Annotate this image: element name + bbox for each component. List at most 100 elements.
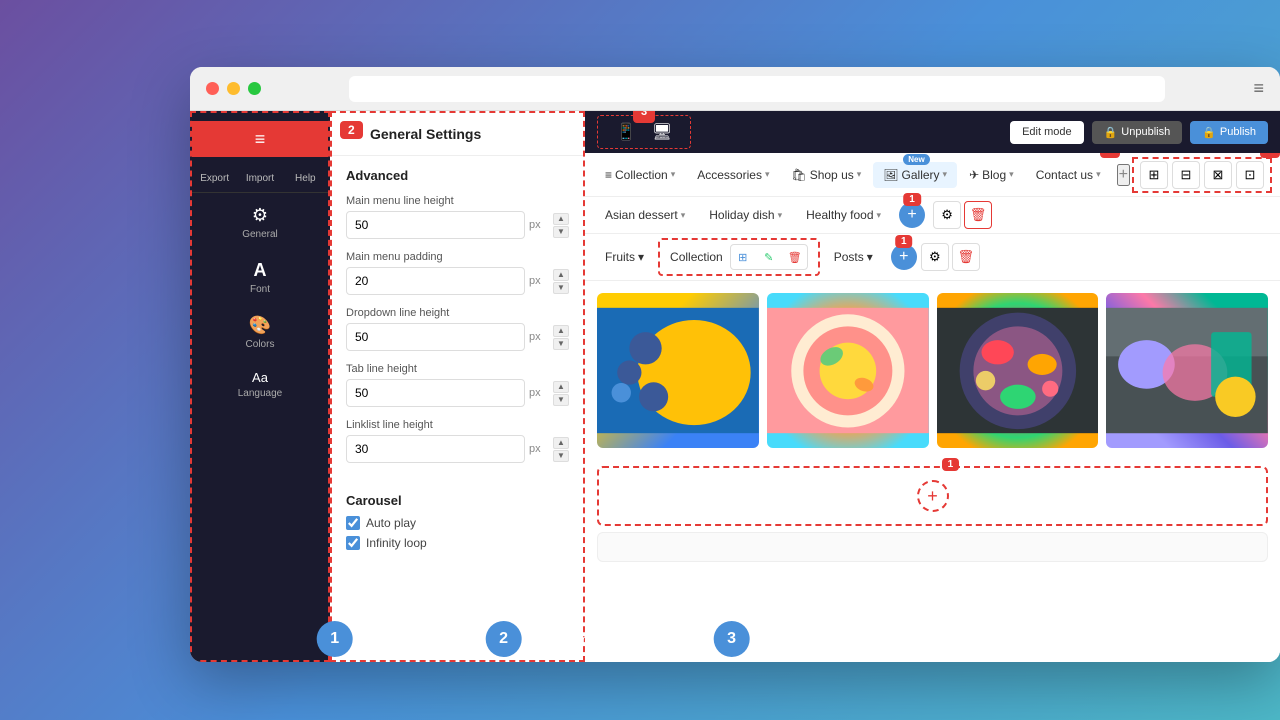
stepper-down[interactable]: ▼ <box>553 226 569 238</box>
sub-nav-settings-btn[interactable]: ⚙ <box>933 201 961 229</box>
sub-nav: Asian dessert ▾ Holiday dish ▾ Healthy f… <box>585 197 1280 234</box>
placeholder-section-1: 1 + <box>597 466 1268 526</box>
sub-nav-add-wrapper: 1 + <box>899 202 925 228</box>
linklist-line-height-input[interactable] <box>346 435 525 463</box>
help-button[interactable]: Help <box>283 169 328 188</box>
add-nav-item-button[interactable]: + <box>1117 164 1130 186</box>
nav-layout-btn-4[interactable]: ⊡ <box>1236 161 1264 189</box>
nav-layout-btn-2[interactable]: ⊟ <box>1172 161 1200 189</box>
stepper-up[interactable]: ▲ <box>553 437 569 449</box>
dropdown-line-height-field: Dropdown line height px ▲ ▼ <box>332 301 583 357</box>
stepper-up[interactable]: ▲ <box>553 213 569 225</box>
sub-nav-healthy-food[interactable]: Healthy food ▾ <box>796 203 891 227</box>
gallery-item-3[interactable] <box>1106 293 1268 448</box>
sidebar-item-font[interactable]: A Font <box>192 252 328 303</box>
maximize-button[interactable] <box>248 82 261 95</box>
ssn-settings-btn[interactable]: ⚙ <box>921 243 949 271</box>
nav-layout-btn-1[interactable]: ⊞ <box>1140 161 1168 189</box>
dropdown-line-height-input[interactable] <box>346 323 525 351</box>
main-menu-padding-input[interactable] <box>346 267 525 295</box>
desktop-preview-button[interactable]: 🖥 <box>646 120 678 144</box>
bottom-legend: 1 Live edit 2 Customize Panel 3 Mobile a… <box>317 621 964 657</box>
gallery-item-2[interactable] <box>937 293 1099 448</box>
step-1-badge-subnav: 1 <box>903 193 921 206</box>
infinity-loop-checkbox[interactable] <box>346 536 360 550</box>
chevron-icon: ▾ <box>943 169 948 180</box>
auto-play-row: Auto play <box>346 516 569 530</box>
main-menu-line-height-stepper[interactable]: ▲ ▼ <box>553 213 569 238</box>
tab-line-height-input[interactable] <box>346 379 525 407</box>
sub-nav-holiday-dish[interactable]: Holiday dish ▾ <box>699 203 792 227</box>
sub-nav-asian-dessert[interactable]: Asian dessert ▾ <box>595 203 695 227</box>
chevron-icon: ▾ <box>638 250 644 264</box>
sub-sub-nav: Fruits ▾ Collection ⊞ ✎ 🗑 P <box>585 234 1280 281</box>
step-1-badge-ph: 1 <box>942 458 960 471</box>
auto-play-checkbox[interactable] <box>346 516 360 530</box>
ssn-item-fruits[interactable]: Fruits ▾ <box>595 246 654 268</box>
stepper-down[interactable]: ▼ <box>553 450 569 462</box>
sidebar-item-general[interactable]: ⚙ General <box>192 197 328 248</box>
nav-item-contactus[interactable]: Contact us ▾ <box>1026 162 1111 188</box>
tab-line-height-stepper[interactable]: ▲ ▼ <box>553 381 569 406</box>
close-button[interactable] <box>206 82 219 95</box>
gallery-item-1[interactable] <box>767 293 929 448</box>
settings-panel: 2 ← General Settings Advanced Main menu … <box>330 111 585 662</box>
step-3-badge: 3 <box>633 111 655 123</box>
stepper-up[interactable]: ▲ <box>553 325 569 337</box>
legend-item-1: 1 Live edit <box>317 621 426 657</box>
colors-icon: 🎨 <box>249 315 271 336</box>
nav-item-blog[interactable]: ✈ Blog ▾ <box>959 162 1024 188</box>
stepper-down[interactable]: ▼ <box>553 394 569 406</box>
font-icon: A <box>254 260 267 281</box>
ssn-item-collection[interactable]: Collection ⊞ ✎ 🗑 <box>658 238 820 276</box>
hamburger-icon: ≡ <box>255 129 266 150</box>
linklist-line-height-stepper[interactable]: ▲ ▼ <box>553 437 569 462</box>
ssn-delete-btn[interactable]: 🗑 <box>952 243 980 271</box>
sub-nav-controls: ⚙ 🗑 <box>933 201 992 229</box>
address-bar[interactable] <box>349 76 1165 102</box>
nav-item-gallery[interactable]: 🖼 Gallery ▾ New <box>873 162 957 188</box>
main-menu-padding-field: Main menu padding px ▲ ▼ <box>332 245 583 301</box>
stepper-up[interactable]: ▲ <box>553 269 569 281</box>
ssn-edit-btn-2[interactable]: ✎ <box>757 245 781 269</box>
sidebar-item-colors[interactable]: 🎨 Colors <box>192 307 328 358</box>
unpublish-button[interactable]: 🔒 Unpublish <box>1092 121 1183 144</box>
nav-item-accessories[interactable]: Accessories ▾ <box>687 162 779 188</box>
stepper-down[interactable]: ▼ <box>553 282 569 294</box>
auto-play-label: Auto play <box>366 516 416 530</box>
nav-layout-btn-3[interactable]: ⊠ <box>1204 161 1232 189</box>
advanced-section-title: Advanced <box>332 156 583 189</box>
gallery-item-0[interactable] <box>597 293 759 448</box>
nav-item-collection[interactable]: ≡ Collection ▾ <box>595 162 685 188</box>
ssn-controls: ⚙ 🗑 <box>921 243 980 271</box>
stepper-down[interactable]: ▼ <box>553 338 569 350</box>
browser-chrome: ≡ <box>190 67 1280 111</box>
minimize-button[interactable] <box>227 82 240 95</box>
import-button[interactable]: Import <box>237 169 282 188</box>
main-menu-line-height-input[interactable] <box>346 211 525 239</box>
blog-icon: ✈ <box>969 168 979 182</box>
main-menu-padding-stepper[interactable]: ▲ ▼ <box>553 269 569 294</box>
stepper-up[interactable]: ▲ <box>553 381 569 393</box>
language-icon: Aa <box>252 370 268 385</box>
nav-item-shopus[interactable]: 🛍 Shop us ▾ <box>781 162 871 188</box>
ssn-item-posts[interactable]: Posts ▾ <box>824 246 883 268</box>
chevron-icon: ▾ <box>671 169 676 180</box>
mobile-preview-button[interactable]: 📱 <box>610 120 642 144</box>
legend-item-2: 2 Customize Panel <box>486 621 654 657</box>
chevron-icon: ▾ <box>681 210 686 221</box>
step-1-badge-nav2: 1 <box>1260 153 1280 158</box>
browser-menu-icon: ≡ <box>1253 78 1264 99</box>
site-content: 1 1 ≡ Collection ▾ Accessories ▾ 🛍 <box>585 153 1280 662</box>
publish-button[interactable]: 🔒 Publish <box>1190 121 1268 144</box>
legend-badge-2: 2 <box>486 621 522 657</box>
add-section-button[interactable]: + <box>917 480 949 512</box>
edit-mode-button[interactable]: Edit mode <box>1010 121 1084 144</box>
sidebar-item-language[interactable]: Aa Language <box>192 362 328 407</box>
ssn-edit-group: ⊞ ✎ 🗑 <box>730 244 808 270</box>
ssn-edit-btn-3[interactable]: 🗑 <box>783 245 807 269</box>
export-button[interactable]: Export <box>192 169 237 188</box>
ssn-edit-btn-1[interactable]: ⊞ <box>731 245 755 269</box>
dropdown-line-height-stepper[interactable]: ▲ ▼ <box>553 325 569 350</box>
sub-nav-delete-btn[interactable]: 🗑 <box>964 201 992 229</box>
